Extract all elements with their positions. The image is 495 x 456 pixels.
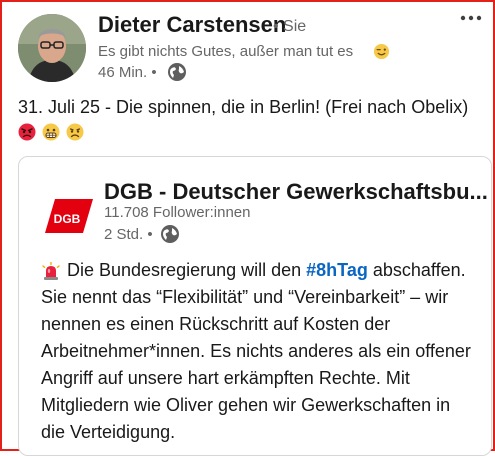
author-name[interactable]: Dieter Carstensen xyxy=(98,12,286,38)
globe-icon xyxy=(168,63,186,81)
author-headline: Es gibt nichts Gutes, außer man tut es xyxy=(98,43,354,60)
shared-post-text-line: Angriff auf unsere hart erkämpften Recht… xyxy=(41,368,410,388)
shared-post-timestamp: 2 Std. • xyxy=(104,226,153,243)
siren-icon xyxy=(42,262,60,280)
post-timestamp: 46 Min. • xyxy=(98,64,157,81)
shared-post-text-line: Arbeitnehmer*innen. Es nichts anderes al… xyxy=(41,341,471,361)
winking-face-icon xyxy=(373,43,390,60)
shared-post-text-line: Sie nennt das “Flexibilität” und “Verein… xyxy=(41,287,449,307)
post-text: 31. Juli 25 - Die spinnen, die in Berlin… xyxy=(18,97,469,117)
more-options-icon[interactable] xyxy=(458,8,484,28)
grimacing-face-icon xyxy=(42,123,60,141)
dgb-logo[interactable]: DGB xyxy=(45,199,93,233)
org-name[interactable]: DGB - Deutscher Gewerkschaftsbu... xyxy=(104,179,488,205)
shared-post-card[interactable]: DGB DGB - Deutscher Gewerkschaftsbu... 1… xyxy=(18,156,492,456)
org-followers: 11.708 Follower:innen xyxy=(104,204,251,221)
author-relation: • Sie xyxy=(273,18,307,35)
svg-text:DGB: DGB xyxy=(54,212,81,226)
shared-post-text-line: Die Bundesregierung will den #8hTag absc… xyxy=(67,260,466,280)
angry-face-icon xyxy=(18,123,36,141)
shared-post-text-line: die Verteidigung. xyxy=(41,422,176,442)
globe-icon xyxy=(161,225,179,243)
sad-face-icon xyxy=(66,123,84,141)
hashtag-link[interactable]: #8hTag xyxy=(306,260,368,280)
shared-post-text-line: nennen es einen Rückschritt auf Kosten d… xyxy=(41,314,391,334)
shared-post-text-line: Mitgliedern wie Oliver gehen wir Gewerks… xyxy=(41,395,451,415)
author-avatar[interactable] xyxy=(18,14,86,82)
